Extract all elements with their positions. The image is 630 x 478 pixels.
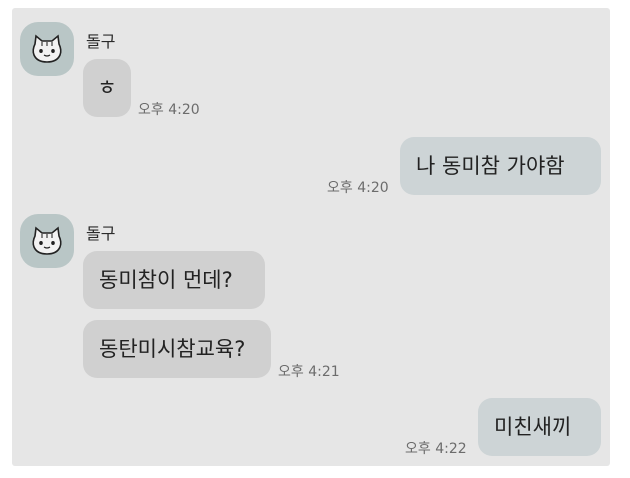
chat-log: 돌구 ㅎ 오후 4:20 오후 4:20 나 동미참 가야함 돌구 동미참이 먼… bbox=[12, 8, 610, 466]
message-bubble[interactable]: 미친새끼 bbox=[478, 398, 601, 456]
message-time: 오후 4:22 bbox=[405, 441, 467, 457]
message-text: ㅎ bbox=[97, 76, 117, 100]
message-text: 동미참이 먼데? bbox=[99, 268, 233, 292]
sender-name: 돌구 bbox=[86, 224, 116, 243]
message-time: 오후 4:20 bbox=[327, 180, 389, 196]
message-time: 오후 4:21 bbox=[278, 364, 340, 380]
cat-face-icon bbox=[32, 226, 62, 255]
profile-avatar[interactable] bbox=[20, 22, 74, 76]
message-time: 오후 4:20 bbox=[138, 102, 200, 118]
cat-face-icon bbox=[32, 34, 62, 63]
profile-avatar[interactable] bbox=[20, 214, 74, 268]
message-bubble[interactable]: ㅎ bbox=[83, 59, 131, 117]
message-bubble[interactable]: 나 동미참 가야함 bbox=[400, 137, 601, 195]
message-text: 동탄미시참교육? bbox=[99, 337, 246, 361]
message-bubble[interactable]: 동탄미시참교육? bbox=[83, 320, 271, 378]
sender-name: 돌구 bbox=[86, 32, 116, 51]
message-bubble[interactable]: 동미참이 먼데? bbox=[83, 251, 265, 309]
message-text: 나 동미참 가야함 bbox=[416, 154, 565, 178]
message-text: 미친새끼 bbox=[494, 415, 572, 439]
